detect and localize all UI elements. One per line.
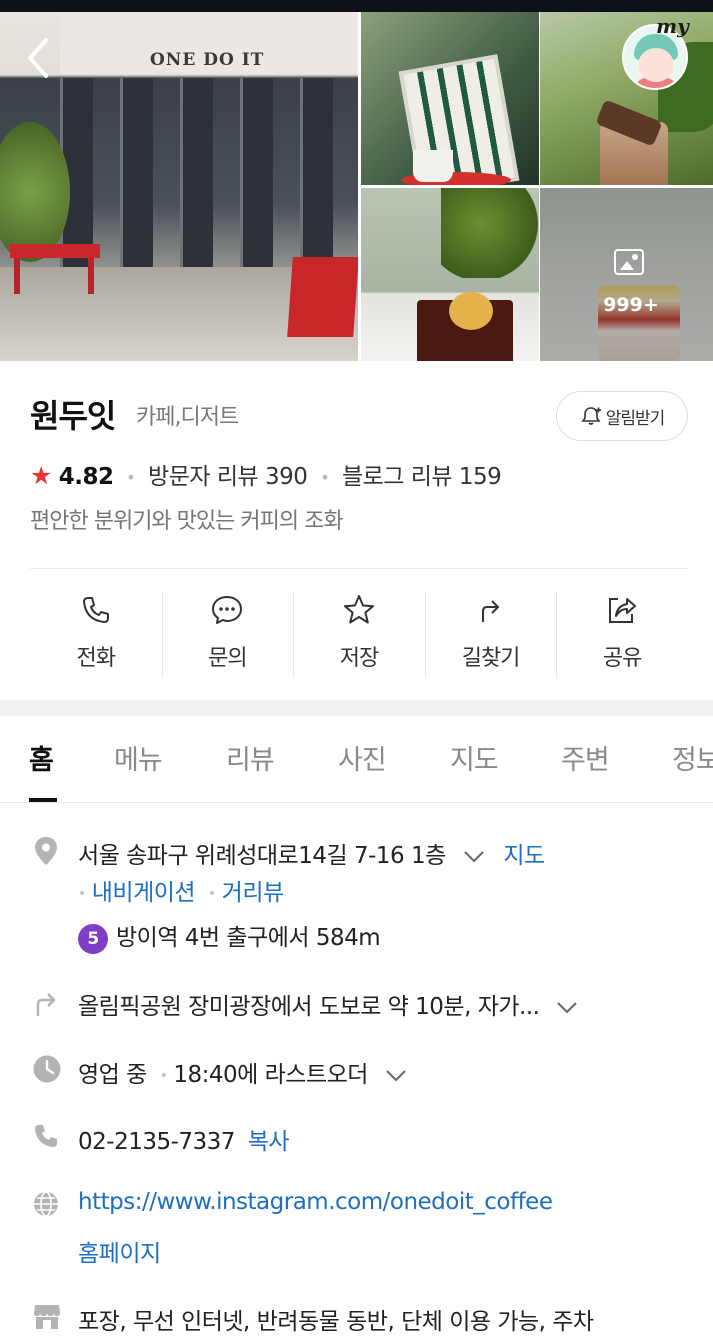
call-label: 전화 [76, 646, 116, 671]
notify-button[interactable]: 알림받기 [556, 391, 688, 441]
divider [30, 568, 688, 569]
tab-home[interactable]: 홈 [29, 738, 54, 777]
globe-icon [34, 1191, 58, 1217]
save-label: 저장 [339, 646, 379, 671]
tab-photos[interactable]: 사진 [338, 738, 387, 777]
visitor-reviews-link[interactable]: 방문자 리뷰 390 [148, 464, 308, 490]
back-button[interactable] [18, 28, 62, 88]
directions-icon [481, 600, 499, 622]
star-icon: ★ [30, 461, 52, 490]
map-link[interactable]: 지도 [503, 843, 545, 869]
subway-line-badge: 5 [78, 923, 108, 954]
save-button[interactable]: 저장 [293, 592, 425, 684]
rating-score: 4.82 [58, 464, 114, 490]
bell-plus-icon [581, 407, 601, 425]
homepage-link[interactable]: 홈페이지 [78, 1234, 161, 1268]
share-label: 공유 [602, 646, 642, 671]
hours-text: 18:40에 라스트오더 [173, 1062, 368, 1088]
address-links: • 내비게이션 • 거리뷰 [78, 880, 284, 906]
chevron-down-icon[interactable] [556, 1001, 578, 1015]
copy-phone-link[interactable]: 복사 [248, 1129, 290, 1155]
chevron-left-icon [28, 38, 48, 78]
place-description: 편안한 분위기와 맛있는 커피의 조화 [30, 509, 344, 534]
photo-gallery[interactable]: ONE DO IT 999+ [0, 12, 713, 361]
chair-coffee-photo[interactable] [361, 12, 539, 185]
directions-row[interactable]: 올림픽공원 장미광장에서 도보로 약 10분, 자가... [78, 987, 578, 1021]
more-photos-count[interactable]: 999+ [602, 294, 660, 316]
share-button[interactable]: 공유 [556, 592, 688, 684]
iced-tea-photo[interactable] [361, 188, 539, 361]
place-category: 카페,디저트 [136, 405, 239, 430]
address-text: 서울 송파구 위례성대로14길 7-16 1층 [78, 843, 446, 869]
status-bar [0, 0, 713, 12]
hours-row[interactable]: 영업 중 • 18:40에 라스트오더 [78, 1055, 407, 1089]
rating-line: ★ 4.82 • 방문자 리뷰 390 • 블로그 리뷰 159 [30, 461, 502, 490]
phone-icon [35, 1125, 57, 1147]
subway-row: 5 방이역 4번 출구에서 584m [78, 918, 381, 954]
route-icon [36, 993, 56, 1016]
store-icon [34, 1305, 60, 1329]
chevron-down-icon[interactable] [385, 1069, 407, 1083]
star-outline-icon [343, 595, 374, 624]
call-button[interactable]: 전화 [30, 592, 162, 684]
subway-text: 방이역 4번 출구에서 584m [116, 925, 381, 951]
active-tab-indicator [29, 798, 57, 802]
phone-number[interactable]: 02-2135-7337 [78, 1129, 235, 1155]
tab-map[interactable]: 지도 [450, 738, 499, 777]
storefront-sign: ONE DO IT [150, 50, 265, 70]
tab-info[interactable]: 정보 [672, 738, 713, 777]
image-icon [614, 249, 644, 275]
directions-button[interactable]: 길찾기 [424, 592, 557, 684]
tab-menu[interactable]: 메뉴 [114, 738, 163, 777]
action-bar: 전화 문의 저장 길찾기 공유 [30, 592, 688, 684]
phone-icon [82, 597, 109, 623]
phone-row: 02-2135-7337 복사 [78, 1122, 290, 1156]
location-pin-icon [35, 837, 57, 865]
notify-label: 알림받기 [605, 408, 666, 429]
chevron-down-icon[interactable] [463, 850, 485, 864]
clock-icon [33, 1055, 61, 1083]
directions-label: 길찾기 [461, 646, 521, 671]
chat-icon [212, 596, 243, 624]
section-separator [0, 700, 713, 716]
inquiry-label: 문의 [208, 646, 247, 671]
my-badge: my [656, 14, 689, 38]
place-name: 원두잇 [30, 397, 116, 435]
tab-nearby[interactable]: 주변 [561, 738, 610, 777]
hours-status: 영업 중 [78, 1062, 147, 1088]
website-link[interactable]: https://www.instagram.com/onedoit_coffee [78, 1189, 553, 1215]
navigation-link[interactable]: 내비게이션 [92, 880, 196, 906]
directions-text: 올림픽공원 장미광장에서 도보로 약 10분, 자가... [78, 994, 540, 1020]
street-view-link[interactable]: 거리뷰 [222, 880, 284, 906]
blog-reviews-link[interactable]: 블로그 리뷰 159 [342, 464, 502, 490]
share-icon [609, 598, 637, 623]
amenities-text: 포장, 무선 인터넷, 반려동물 동반, 단체 이용 가능, 주차 [78, 1309, 594, 1335]
address-row: 서울 송파구 위례성대로14길 7-16 1층 지도 [78, 836, 545, 870]
inquiry-button[interactable]: 문의 [161, 592, 294, 684]
tab-reviews[interactable]: 리뷰 [226, 738, 275, 777]
tab-bar: 홈 메뉴 리뷰 사진 지도 주변 정보 [0, 716, 713, 803]
